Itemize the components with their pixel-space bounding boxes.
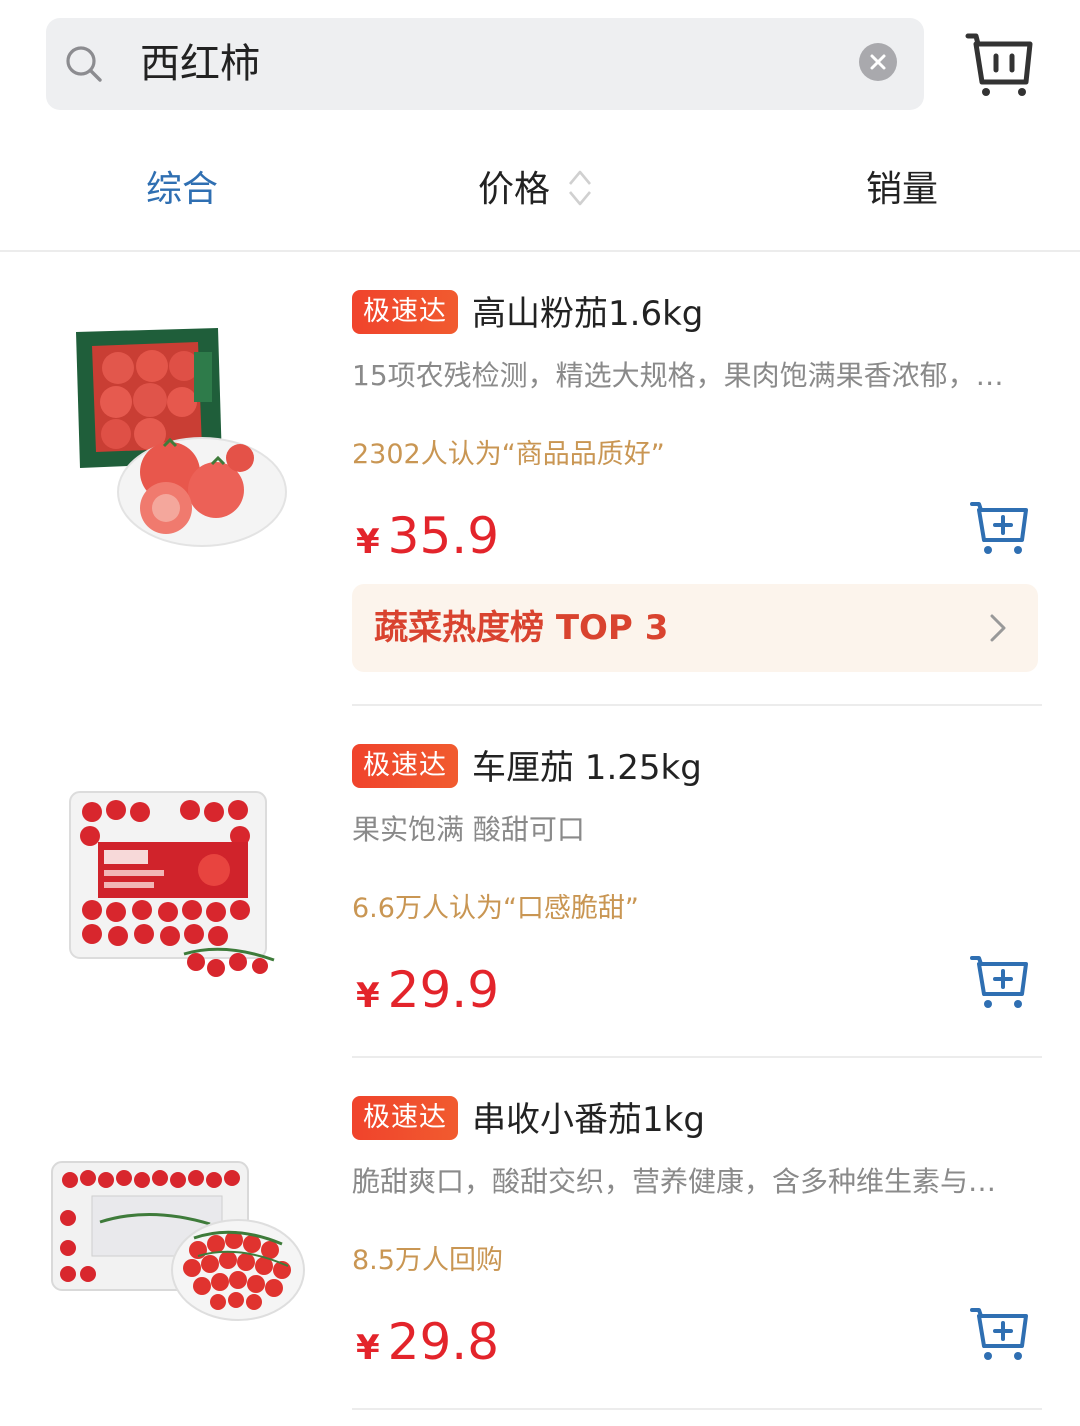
- search-results-page: 西红柿 综合 价格 销量 极速达 高山粉茄1.6kg 15项农残检测，精选大规格…: [0, 0, 1080, 1426]
- row-divider: [352, 1056, 1042, 1058]
- close-icon: [870, 54, 886, 70]
- search-icon: [66, 46, 102, 82]
- vegetable-ranking-banner[interactable]: 蔬菜热度榜 TOP 3: [352, 584, 1038, 672]
- price-value: 29.8: [387, 1313, 499, 1371]
- product-image-tomato-box[interactable]: [70, 322, 300, 552]
- chevron-right-icon: [990, 614, 1006, 642]
- add-to-cart-icon[interactable]: [970, 500, 1030, 556]
- search-bar[interactable]: 西红柿: [46, 18, 924, 110]
- product-image-vine-tomato-box[interactable]: [48, 1158, 308, 1328]
- currency-symbol: ¥: [356, 976, 380, 1016]
- row-divider: [352, 704, 1042, 706]
- ranking-label: 蔬菜热度榜 TOP 3: [374, 608, 669, 648]
- product-price: ¥35.9: [356, 506, 499, 578]
- row-divider: [352, 1408, 1042, 1410]
- express-badge: 极速达: [352, 744, 458, 788]
- product-review-summary: 2302人认为“商品品质好”: [352, 439, 665, 470]
- currency-symbol: ¥: [356, 522, 380, 562]
- product-description: 15项农残检测，精选大规格，果肉饱满果香浓郁，…: [352, 359, 1004, 392]
- add-to-cart-icon[interactable]: [970, 1306, 1030, 1362]
- express-badge: 极速达: [352, 290, 458, 334]
- search-input[interactable]: 西红柿: [140, 36, 260, 92]
- clear-search-button[interactable]: [859, 43, 897, 81]
- price-value: 29.9: [387, 961, 499, 1019]
- product-description: 脆甜爽口，酸甜交织，营养健康，含多种维生素与…: [352, 1165, 997, 1198]
- add-to-cart-icon[interactable]: [970, 954, 1030, 1010]
- product-review-summary: 6.6万人认为“口感脆甜”: [352, 893, 639, 924]
- price-value: 35.9: [387, 507, 499, 565]
- product-price: ¥29.9: [356, 960, 499, 1032]
- product-image-cherry-tomato-box[interactable]: [64, 786, 294, 986]
- product-review-summary: 8.5万人回购: [352, 1245, 503, 1276]
- tabs-divider: [0, 250, 1080, 252]
- product-title[interactable]: 高山粉茄1.6kg: [472, 290, 703, 338]
- tab-comprehensive[interactable]: 综合: [146, 166, 218, 214]
- shopping-cart-icon[interactable]: [964, 30, 1036, 98]
- product-price: ¥29.8: [356, 1312, 499, 1384]
- sort-arrows-icon: [569, 170, 591, 206]
- tab-price[interactable]: 价格: [478, 166, 550, 214]
- product-title[interactable]: 车厘茄 1.25kg: [472, 744, 702, 792]
- product-description: 果实饱满 酸甜可口: [352, 813, 585, 846]
- tab-sales[interactable]: 销量: [866, 166, 938, 214]
- express-badge: 极速达: [352, 1096, 458, 1140]
- product-title[interactable]: 串收小番茄1kg: [472, 1096, 705, 1144]
- currency-symbol: ¥: [356, 1328, 380, 1368]
